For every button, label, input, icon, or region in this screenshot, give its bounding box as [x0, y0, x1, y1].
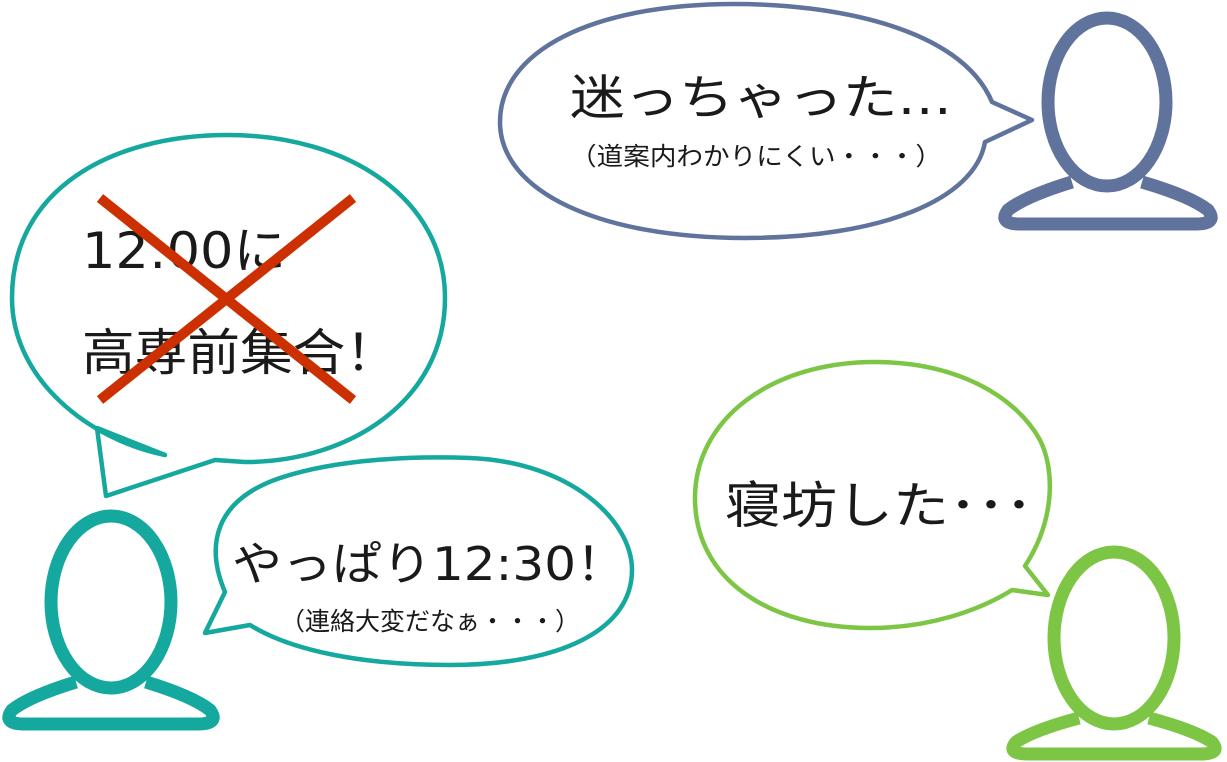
teal-person-head: [44, 509, 178, 695]
green-person-icon: [1006, 545, 1222, 761]
blue-person-head: [1041, 11, 1173, 193]
teal-person-icon: [2, 509, 220, 731]
lost-main-text: 迷っちゃった…: [570, 70, 952, 126]
change-sub-text: （連絡大変だなぁ・・・）: [280, 607, 580, 636]
green-person-head: [1047, 545, 1181, 731]
meeting-bubble-shape: [9, 132, 448, 499]
blue-speech-bubble: 迷っちゃった… （道案内わかりにくい・・・）: [497, 1, 1035, 241]
overslept-speech-bubble: 寝坊した･･･: [692, 359, 1053, 631]
lost-sub-text: （道案内わかりにくい・・・）: [570, 142, 942, 171]
overslept-main-text: 寝坊した･･･: [725, 477, 1033, 535]
scene: 迷っちゃった… （道案内わかりにくい・・・） 12:00に 高専前集合！ やっぱ…: [2, 1, 1222, 761]
blue-person-icon: [998, 11, 1218, 231]
change-main-text: やっぱり12:30！: [232, 537, 626, 591]
meeting-speech-bubble: 12:00に 高専前集合！: [9, 132, 448, 499]
change-speech-bubble: やっぱり12:30！ （連絡大変だなぁ・・・）: [202, 455, 635, 668]
